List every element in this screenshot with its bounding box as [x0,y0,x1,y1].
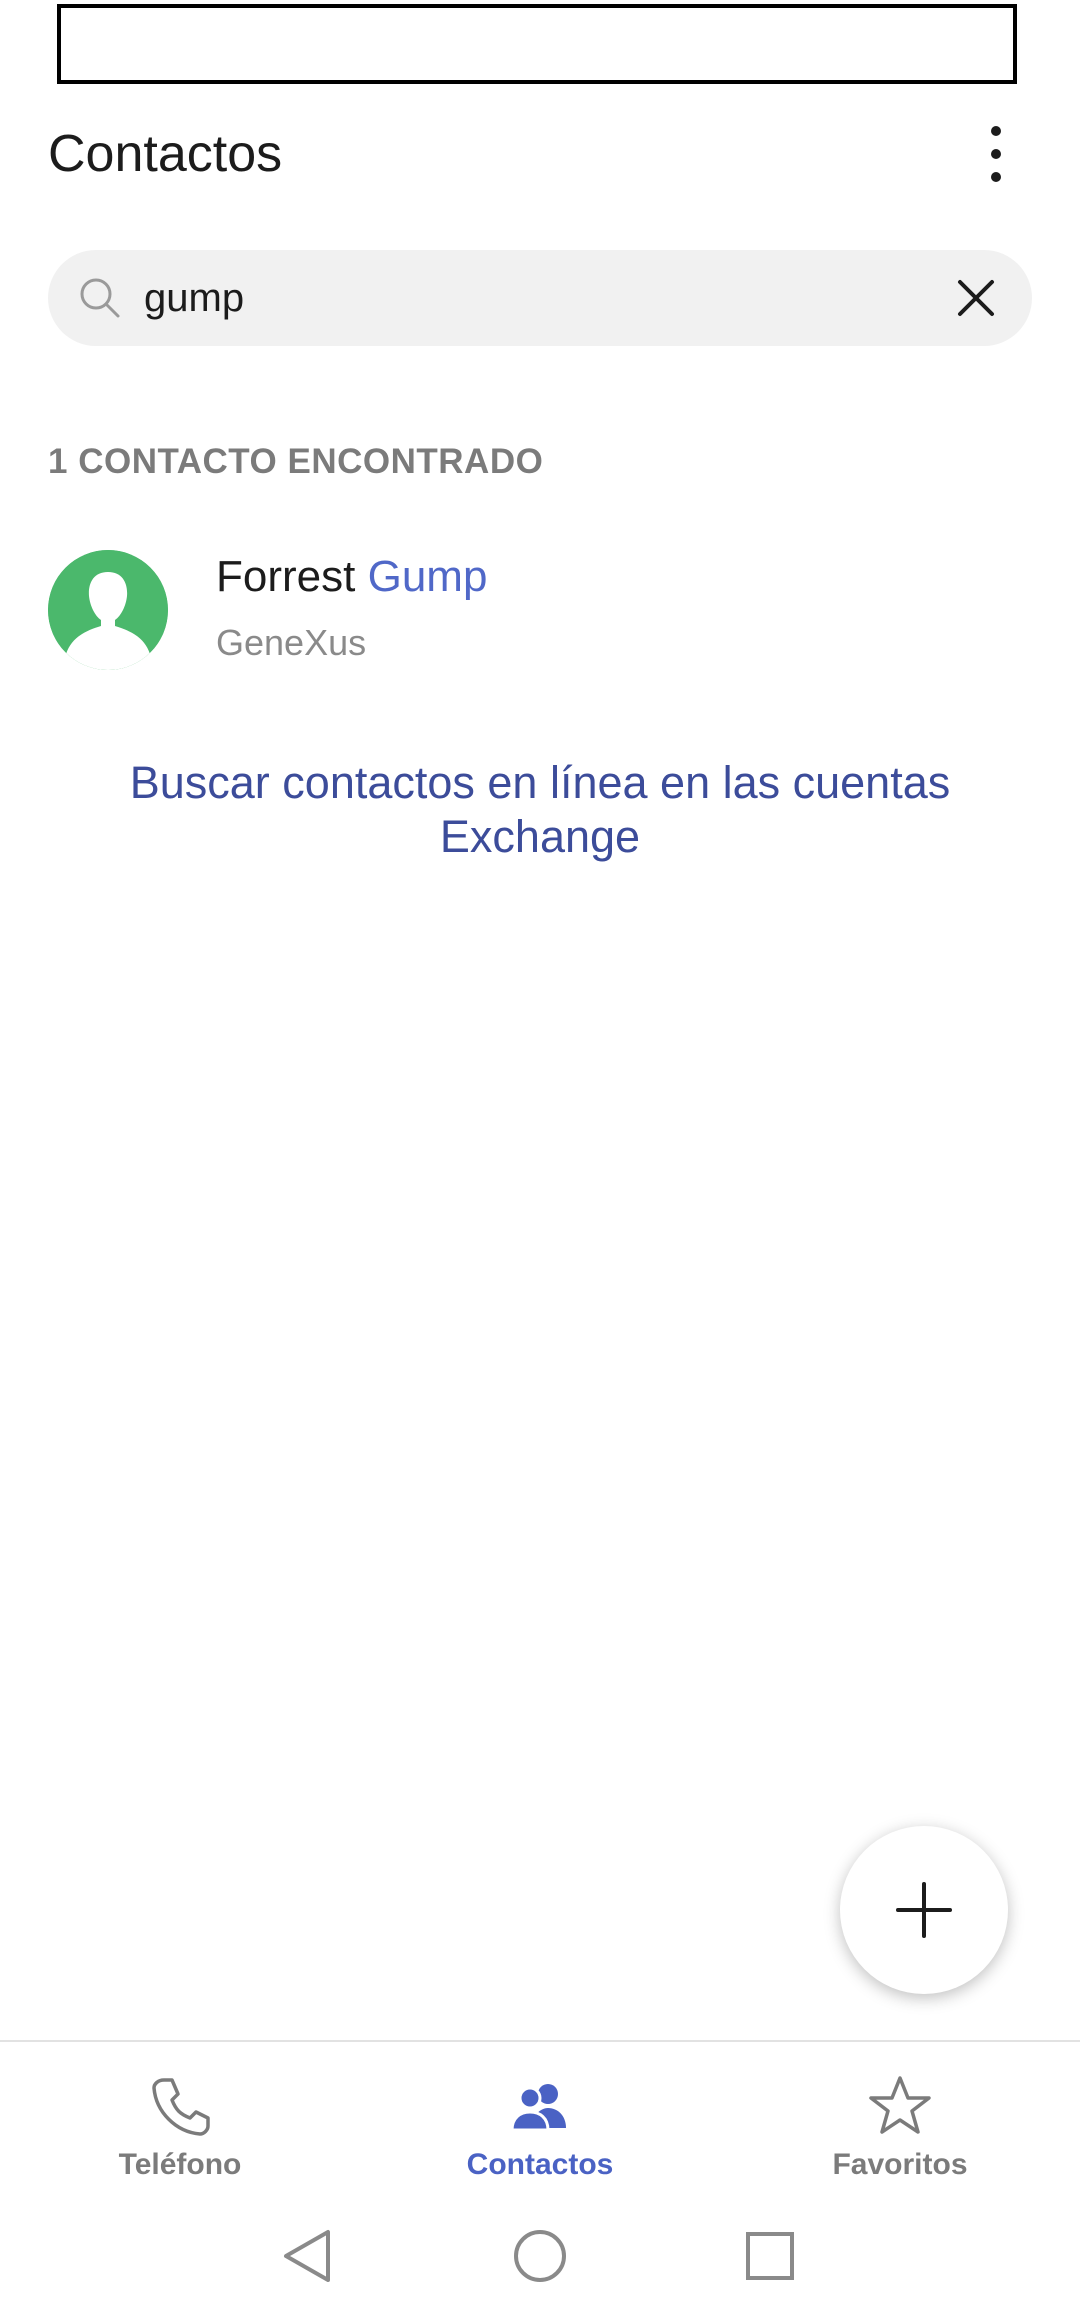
tab-favoritos[interactable]: Favoritos [770,2062,1030,2192]
home-circle-icon[interactable] [504,2220,576,2292]
close-icon[interactable] [950,272,1002,324]
search-icon [80,278,120,318]
system-navigation-bar [0,2200,1080,2312]
tab-contactos-label: Contactos [466,2148,614,2181]
status-bar-placeholder [57,4,1017,84]
recents-square-icon[interactable] [734,2220,806,2292]
avatar-silhouette [48,550,168,670]
tab-telefono-label: Teléfono [118,2148,242,2181]
more-vertical-icon-dot [991,172,1001,182]
people-icon [510,2084,566,2132]
page-title: Contactos [48,125,283,183]
contact-first-name: Forrest [216,552,356,601]
more-vertical-icon-dot [991,149,1001,159]
search-bar[interactable] [48,250,1032,346]
contact-last-name-highlight: Gump [367,552,488,601]
more-options-button[interactable] [968,118,1024,190]
plus-icon [896,1882,952,1938]
back-triangle-icon[interactable] [272,2220,344,2292]
more-vertical-icon [991,126,1001,136]
search-input[interactable] [144,250,904,346]
tab-favoritos-label: Favoritos [832,2148,968,2181]
add-contact-button[interactable] [840,1826,1008,1994]
person-avatar-icon [48,550,168,670]
contact-company: GeneXus [216,622,367,663]
exchange-search-link[interactable]: Buscar contactos en línea en las cuentas… [100,756,980,864]
phone-icon [152,2078,210,2136]
star-icon [869,2076,931,2134]
contact-list-item[interactable]: Forrest Gump GeneXus [0,530,1080,690]
bottom-navigation: Teléfono Contactos Favoritos [0,2040,1080,2202]
results-count-label: 1 CONTACTO ENCONTRADO [48,442,544,481]
tab-telefono[interactable]: Teléfono [50,2062,310,2192]
tab-contactos[interactable]: Contactos [410,2062,670,2192]
contact-name: Forrest Gump [216,552,487,602]
